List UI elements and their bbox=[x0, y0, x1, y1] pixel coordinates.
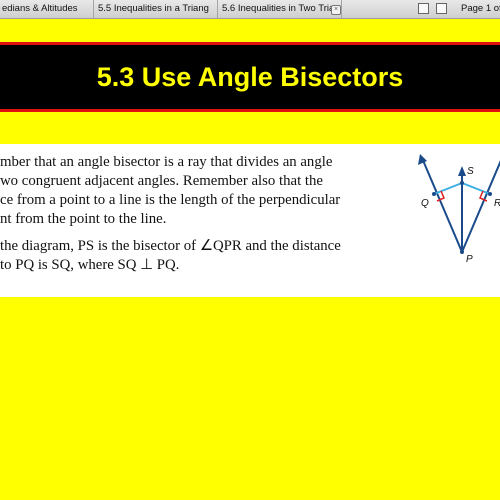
label-q: Q bbox=[421, 198, 429, 209]
point-q bbox=[432, 192, 436, 196]
content-panel: mber that an angle bisector is a ray tha… bbox=[0, 144, 500, 297]
label-r: R bbox=[494, 198, 500, 209]
text-line: nt from the point to the line. bbox=[0, 211, 167, 227]
arrowhead bbox=[458, 166, 466, 176]
text-line: the diagram, PS is the bisector of ∠QPR … bbox=[0, 238, 341, 254]
point-s bbox=[460, 181, 464, 185]
tab-inequalities-in-a-triangle[interactable]: 5.5 Inequalities in a Triang bbox=[94, 0, 218, 18]
print-icon[interactable] bbox=[436, 3, 447, 14]
text-line: ce from a point to a line is the length … bbox=[0, 192, 341, 208]
text-line: to PQ is SQ, where SQ ⊥ PQ. bbox=[0, 257, 180, 273]
browser-tab-bar: edians & Altitudes 5.5 Inequalities in a… bbox=[0, 0, 500, 19]
slide-title: 5.3 Use Angle Bisectors bbox=[96, 62, 404, 92]
tab-label: 5.6 Inequalities in Two Tria bbox=[222, 3, 335, 14]
arrowhead bbox=[418, 154, 427, 165]
slide-title-bar: 5.3 Use Angle Bisectors bbox=[0, 42, 500, 112]
text-line: mber that an angle bisector is a ray tha… bbox=[0, 154, 333, 170]
close-tab-icon[interactable]: × bbox=[331, 5, 341, 15]
segment-sq bbox=[433, 182, 463, 195]
document-icon[interactable] bbox=[418, 3, 429, 14]
tab-label: 5.5 Inequalities in a Triang bbox=[98, 3, 209, 14]
label-p: P bbox=[466, 254, 473, 265]
point-r bbox=[488, 192, 492, 196]
segment-sr bbox=[461, 182, 491, 195]
tab-inequalities-in-two-triangles[interactable]: 5.6 Inequalities in Two Tria bbox=[218, 0, 342, 18]
label-s: S bbox=[467, 166, 474, 177]
angle-bisector-diagram: S Q R P bbox=[418, 154, 500, 265]
page-indicator: Page 1 of bbox=[461, 3, 500, 14]
tab-label: edians & Altitudes bbox=[2, 3, 78, 14]
text-line: wo congruent adjacent angles. Remember a… bbox=[0, 173, 323, 189]
tab-medians-altitudes[interactable]: edians & Altitudes bbox=[0, 0, 94, 18]
point-p bbox=[460, 250, 464, 254]
